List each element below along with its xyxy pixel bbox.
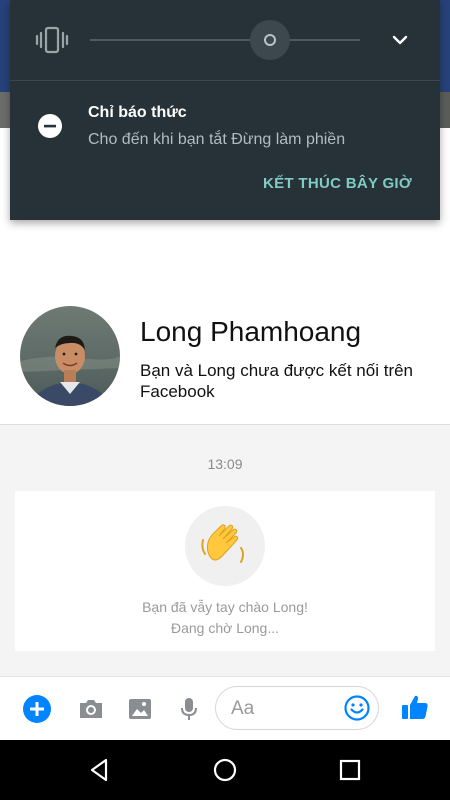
thumbs-up-icon[interactable] [400, 692, 430, 722]
dnd-mode-title: Chỉ báo thức [88, 104, 187, 121]
waving-hand-icon [201, 524, 244, 563]
volume-slider-thumb[interactable] [264, 34, 276, 46]
vibrate-icon[interactable] [34, 22, 70, 58]
avatar-photo [20, 306, 120, 406]
microphone-icon[interactable] [174, 694, 204, 724]
dnd-mode-subtitle: Cho đến khi bạn tắt Đừng làm phiền [88, 131, 346, 148]
recents-icon[interactable] [336, 756, 364, 784]
profile-connection-note: Bạn và Long chưa được kết nối trên Faceb… [140, 361, 414, 401]
image-icon[interactable] [125, 694, 155, 724]
message-input[interactable]: Aa [215, 686, 379, 730]
plus-icon[interactable] [22, 694, 52, 724]
message-input-placeholder: Aa [231, 698, 255, 719]
wave-badge [185, 506, 265, 586]
profile-name: Long Phamhoang [140, 316, 362, 347]
home-icon[interactable] [211, 756, 239, 784]
avatar[interactable] [20, 306, 120, 406]
do-not-disturb-panel: Chỉ báo thức Cho đến khi bạn tắt Đừng là… [10, 0, 440, 220]
wave-card: Bạn đã vẫy tay chào Long! Đang chờ Long.… [15, 491, 435, 651]
chevron-down-icon[interactable] [386, 28, 414, 52]
camera-icon[interactable] [76, 694, 106, 724]
end-now-button[interactable]: KẾT THÚC BÂY GIỜ [263, 175, 412, 192]
waiting-message: Đang chờ Long... [170, 620, 280, 636]
wave-message: Bạn đã vẫy tay chào Long! [142, 599, 308, 615]
back-icon[interactable] [86, 756, 114, 784]
message-composer: Aa [0, 676, 450, 740]
system-navigation-bar [0, 740, 450, 800]
message-timestamp: 13:09 [207, 456, 243, 472]
volume-slider-track[interactable] [90, 39, 360, 41]
panel-divider [10, 80, 440, 81]
emoji-icon[interactable] [344, 695, 370, 721]
minus-circle-icon[interactable] [38, 114, 62, 138]
